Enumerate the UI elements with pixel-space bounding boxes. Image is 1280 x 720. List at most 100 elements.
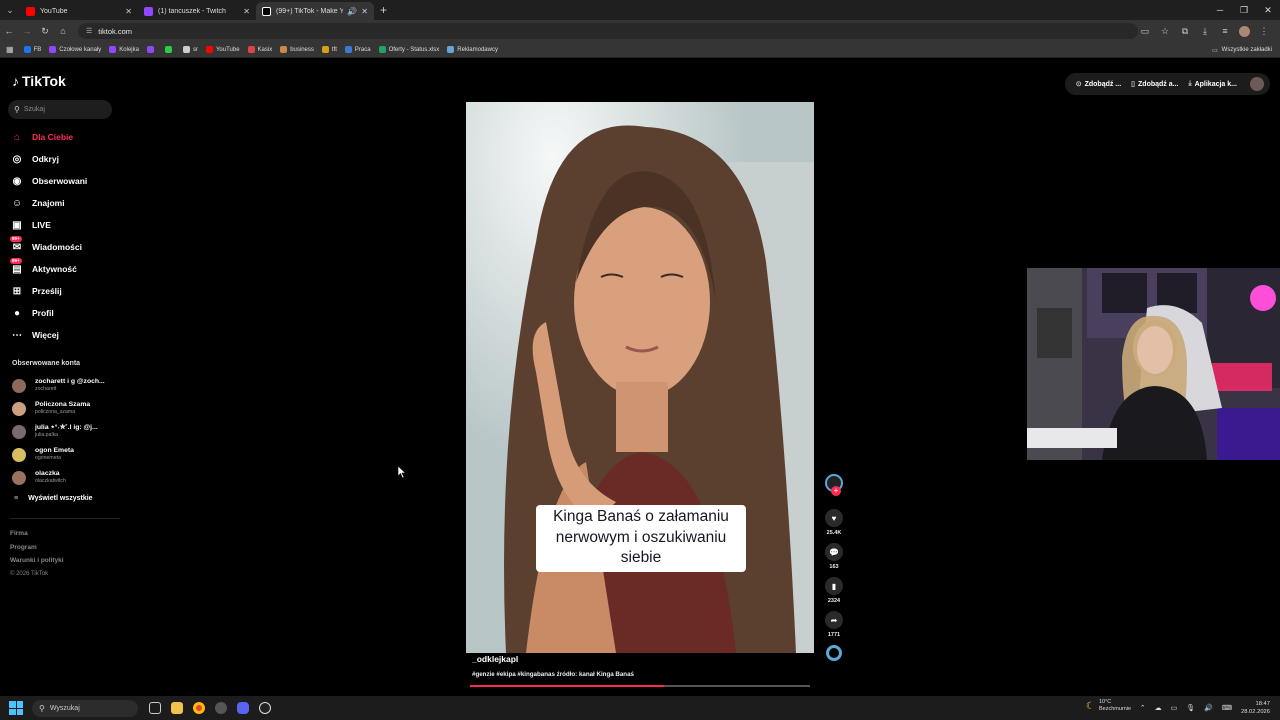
chrome-icon[interactable] bbox=[188, 697, 210, 719]
sidebar-item-upload[interactable]: ⊞ Prześlij bbox=[10, 280, 87, 302]
bookmark-item[interactable] bbox=[164, 46, 175, 53]
bookmark-item[interactable]: tft bbox=[321, 46, 337, 53]
volume-icon[interactable]: 🔊 bbox=[1204, 704, 1213, 712]
all-bookmarks[interactable]: ▭ Wszystkie zakładki bbox=[1212, 42, 1272, 58]
weather-widget[interactable]: ☾ 10°C Bezchmurnie bbox=[1086, 699, 1131, 713]
comment-action[interactable]: 💬 163 bbox=[820, 543, 848, 570]
desktop-app-button[interactable]: ⤓ Aplikacja k... bbox=[1188, 80, 1237, 88]
cast-icon[interactable]: ▭ bbox=[1135, 26, 1155, 37]
back-icon[interactable]: ← bbox=[0, 26, 18, 36]
sidebar-item-home[interactable]: ⌂ Dla Ciebie bbox=[10, 126, 87, 148]
speaker-icon[interactable]: 🔊 bbox=[347, 7, 357, 16]
tab-search-icon[interactable]: ⌄ bbox=[0, 0, 20, 20]
bookmark-item[interactable]: Czołowe kanały bbox=[49, 46, 101, 53]
bookmark-icon[interactable]: ▮ bbox=[825, 577, 843, 595]
discord-icon[interactable] bbox=[232, 697, 254, 719]
reload-icon[interactable]: ↻ bbox=[36, 26, 54, 37]
video-author[interactable]: _odklejkapl bbox=[472, 654, 518, 664]
footer-link[interactable]: Warunki i polityki bbox=[10, 554, 64, 568]
bookmark-item[interactable]: Oferty - Status.xlsx bbox=[378, 46, 439, 53]
bookmark-item[interactable]: Praca bbox=[344, 46, 371, 53]
file-explorer-icon[interactable] bbox=[166, 697, 188, 719]
search-input[interactable]: ⚲ Szukaj bbox=[8, 100, 112, 119]
network-icon[interactable]: ▭ bbox=[1171, 704, 1178, 712]
sidebar-item-compass[interactable]: ◎ Odkryj bbox=[10, 148, 87, 170]
task-view-icon[interactable] bbox=[144, 697, 166, 719]
bookmark-item[interactable]: sr bbox=[182, 46, 198, 53]
sidebar-item-profile[interactable]: ● Profil bbox=[10, 302, 87, 324]
creator-avatar[interactable]: + bbox=[825, 474, 843, 496]
profile-avatar[interactable] bbox=[1239, 25, 1250, 37]
followed-account[interactable]: zocharett i g @zoch... zocharett bbox=[12, 374, 105, 397]
sidebar-item-following[interactable]: ◉ Obserwowani bbox=[10, 170, 88, 192]
home-browser-icon[interactable]: ⌂ bbox=[54, 26, 72, 36]
footer-link[interactable]: Firma bbox=[10, 527, 64, 541]
see-all-label: Wyświetl wszystkie bbox=[28, 495, 93, 502]
minimize-icon[interactable]: ─ bbox=[1208, 0, 1232, 20]
bookmark-item[interactable]: business bbox=[280, 46, 314, 53]
apps-icon[interactable]: ▦ bbox=[6, 45, 14, 54]
user-avatar[interactable] bbox=[1250, 77, 1264, 91]
followed-account[interactable]: ogon Emeta ogonemeta bbox=[12, 443, 105, 466]
followed-account[interactable]: julia ⋆°˖✮˚.l ig: @j... julia.palka bbox=[12, 420, 105, 443]
close-icon[interactable]: ✕ bbox=[125, 7, 132, 16]
music-disc-icon[interactable] bbox=[826, 645, 842, 661]
tab-youtube[interactable]: YouTube ✕ bbox=[20, 2, 138, 20]
media-player-icon[interactable] bbox=[254, 697, 276, 719]
chrome-menu-icon[interactable]: ⋮ bbox=[1254, 26, 1274, 37]
save-action[interactable]: ▮ 2324 bbox=[820, 577, 848, 604]
taskbar-search[interactable]: ⚲ Wyszukaj bbox=[32, 699, 138, 717]
extensions-icon[interactable]: ⧉ bbox=[1175, 26, 1195, 37]
follow-plus-icon[interactable]: + bbox=[831, 486, 841, 496]
share-action[interactable]: ➦ 1771 bbox=[820, 611, 848, 638]
site-info-icon[interactable]: ☰ bbox=[86, 27, 92, 35]
bookmark-item[interactable]: YouTube bbox=[205, 46, 240, 53]
sidebar-item-live[interactable]: ▣ LIVE bbox=[10, 214, 87, 236]
language-icon[interactable]: ⌨ bbox=[1222, 704, 1232, 712]
get-app-button[interactable]: ▯ Zdobądź a... bbox=[1131, 80, 1178, 89]
steam-icon[interactable] bbox=[210, 697, 232, 719]
sidebar-item-messages[interactable]: ✉ 99+ Wiadomości bbox=[10, 236, 87, 258]
address-bar[interactable]: ☰ tiktok.com bbox=[78, 23, 1138, 39]
bookmark-item[interactable]: Reklamodawcy bbox=[447, 46, 498, 53]
bookmark-item[interactable]: Kolejka bbox=[109, 46, 139, 53]
media-icon[interactable]: ≡ bbox=[1215, 26, 1235, 36]
button-label: Zdobądź ... bbox=[1084, 80, 1122, 88]
clock[interactable]: 18:47 28.02.2026 bbox=[1241, 700, 1270, 716]
chevron-up-icon[interactable]: ⌃ bbox=[1140, 704, 1146, 712]
heart-icon[interactable]: ♥ bbox=[825, 509, 843, 527]
followed-account[interactable]: olaczka olaczkatwitch bbox=[12, 466, 105, 489]
share-icon[interactable]: ➦ bbox=[825, 611, 843, 629]
mouse-cursor-icon bbox=[398, 466, 406, 478]
maximize-icon[interactable]: ❐ bbox=[1232, 0, 1256, 20]
video-progress-bar[interactable] bbox=[470, 685, 810, 687]
downloads-icon[interactable]: ⤓ bbox=[1195, 26, 1215, 37]
sidebar-item-friends[interactable]: ☺ Znajomi bbox=[10, 192, 87, 214]
sidebar-menu: ⌂ Dla Ciebie ◎ Odkryj ◉ Obserwowani ☺ Znajomi ▣ L… bbox=[10, 126, 87, 346]
comment-icon[interactable]: 💬 bbox=[825, 543, 843, 561]
mic-icon[interactable]: 🎙 bbox=[1186, 704, 1195, 712]
tab-twitch[interactable]: (1) tancuszek - Twitch ✕ bbox=[138, 2, 256, 20]
sidebar-item-activity[interactable]: ▤ 99+ Aktywność bbox=[10, 258, 87, 280]
new-tab-icon[interactable]: + bbox=[380, 3, 387, 17]
start-icon[interactable] bbox=[9, 701, 23, 715]
close-icon[interactable]: ✕ bbox=[243, 7, 250, 16]
bookmarks-bar: ▦ FB Czołowe kanały Kolejka sr YouTube Kasix b… bbox=[0, 42, 1280, 58]
see-all-button[interactable]: ≡ Wyświetl wszystkie bbox=[14, 495, 93, 502]
bookmark-item[interactable]: FB bbox=[23, 46, 41, 53]
tray-app-icon[interactable]: ☁ bbox=[1155, 704, 1162, 712]
followed-account[interactable]: Policzona Szama policzona_szama bbox=[12, 397, 105, 420]
bookmark-item[interactable] bbox=[146, 46, 157, 53]
forward-icon[interactable]: → bbox=[18, 26, 36, 36]
tab-tiktok[interactable]: (99+) TikTok - Make Your D... 🔊 ✕ bbox=[256, 2, 374, 20]
get-coins-button[interactable]: ⊙ Zdobądź ... bbox=[1076, 80, 1122, 89]
bookmark-star-icon[interactable]: ☆ bbox=[1155, 26, 1175, 37]
close-icon[interactable]: ✕ bbox=[361, 7, 368, 16]
video-player[interactable]: Kinga Banaś o załamaniu nerwowym i oszuk… bbox=[466, 102, 814, 653]
like-action[interactable]: ♥ 25.4K bbox=[820, 509, 848, 536]
sidebar-item-more[interactable]: ⋯ Więcej bbox=[10, 324, 87, 346]
close-window-icon[interactable]: ✕ bbox=[1256, 0, 1280, 20]
bookmark-item[interactable]: Kasix bbox=[247, 46, 272, 53]
tiktok-logo[interactable]: ♪ TikTok bbox=[12, 73, 66, 89]
footer-link[interactable]: Program bbox=[10, 541, 64, 555]
